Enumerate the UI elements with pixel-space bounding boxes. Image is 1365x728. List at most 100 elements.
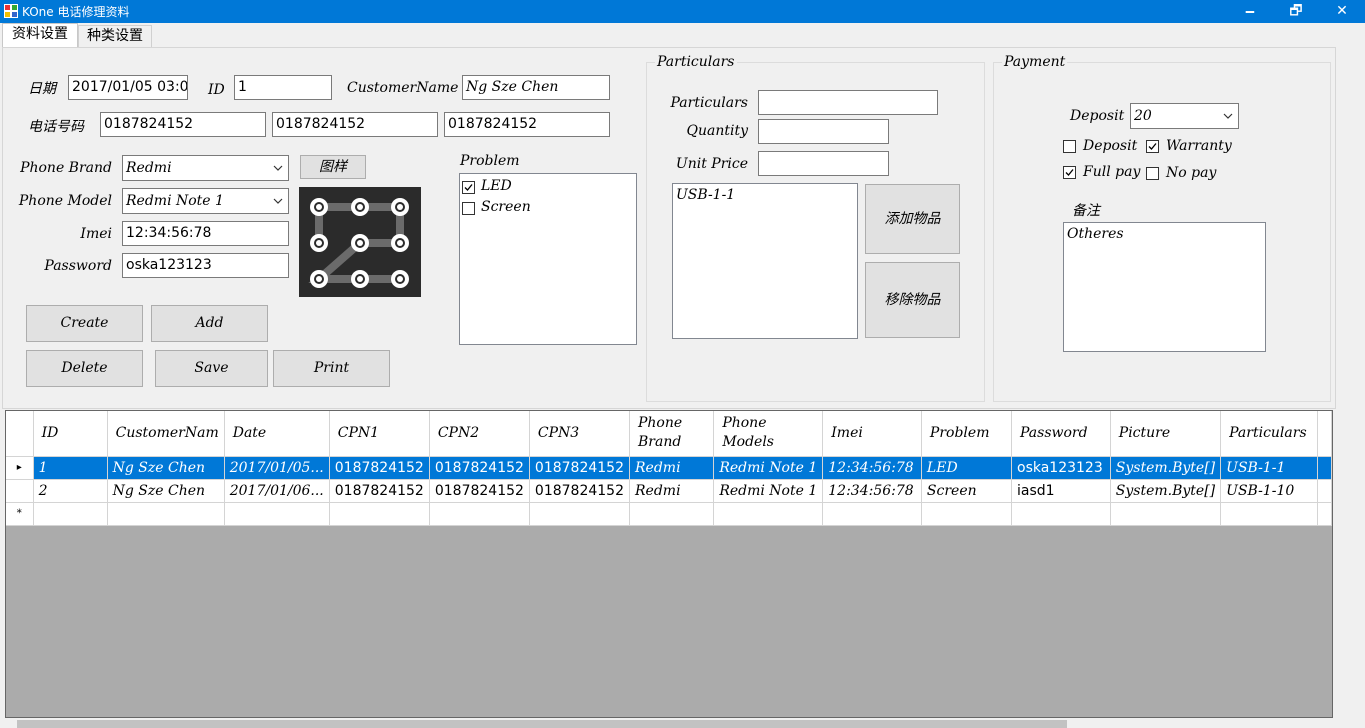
column-header-date[interactable]: Date <box>224 411 330 457</box>
row-header[interactable] <box>6 479 34 503</box>
table-cell[interactable]: 0187824152 <box>329 456 430 480</box>
table-cell[interactable]: Redmi Note 1 <box>713 456 824 480</box>
column-header-cpn2[interactable]: CPN2 <box>429 411 530 457</box>
table-cell[interactable] <box>822 502 922 526</box>
table-cell[interactable]: System.Byte[] <box>1110 479 1222 503</box>
column-header-cpn3[interactable]: CPN3 <box>529 411 631 457</box>
table-cell[interactable]: Ng Sze Chen <box>107 479 225 503</box>
checkbox-unchecked-icon[interactable] <box>462 202 475 215</box>
table-cell[interactable] <box>1110 502 1222 526</box>
checkbox-unchecked-icon[interactable] <box>1063 140 1076 153</box>
remark-textarea[interactable]: Otheres <box>1063 222 1266 352</box>
table-cell[interactable]: Redmi <box>629 456 715 480</box>
table-cell[interactable]: System.Byte[] <box>1110 456 1222 480</box>
column-header-password[interactable]: Password <box>1011 411 1111 457</box>
table-cell[interactable]: iasd1 <box>1011 479 1111 503</box>
save-button[interactable]: Save <box>155 350 268 387</box>
table-cell[interactable]: USB-1-10 <box>1220 479 1318 503</box>
column-header-phone-models[interactable]: Phone Models <box>713 411 824 457</box>
deposit-checkbox[interactable]: Deposit <box>1063 138 1143 158</box>
table-cell[interactable]: Screen <box>921 479 1013 503</box>
column-header-id[interactable]: ID <box>33 411 108 457</box>
table-cell[interactable] <box>921 502 1013 526</box>
delete-button[interactable]: Delete <box>26 350 143 387</box>
horizontal-scrollbar[interactable] <box>5 718 1333 728</box>
records-grid[interactable]: ID CustomerNam Date CPN1 CPN2 CPN3 Phone Brand… <box>5 410 1333 718</box>
table-cell[interactable]: 0187824152 <box>429 479 530 503</box>
column-header-imei[interactable]: Imei <box>822 411 922 457</box>
warranty-checkbox[interactable]: Warranty <box>1146 138 1246 158</box>
no-pay-checkbox[interactable]: No pay <box>1146 165 1236 185</box>
table-cell[interactable]: 2 <box>33 479 108 503</box>
id-field[interactable]: 1 <box>234 75 332 100</box>
table-row[interactable]: ▸ 1 Ng Sze Chen 2017/01/05... 0187824152 0187… <box>6 456 1332 480</box>
table-cell[interactable]: USB-1-1 <box>1220 456 1318 480</box>
table-cell[interactable]: Ng Sze Chen <box>107 456 225 480</box>
close-button[interactable]: ✕ <box>1319 0 1365 23</box>
table-cell[interactable]: LED <box>921 456 1013 480</box>
checkbox-checked-icon[interactable] <box>1146 140 1159 153</box>
phone-field-2[interactable]: 0187824152 <box>272 112 438 137</box>
create-button[interactable]: Create <box>26 305 143 342</box>
add-item-button[interactable]: 添加物品 <box>865 184 960 254</box>
column-header-picture[interactable]: Picture <box>1110 411 1222 457</box>
column-header-cpn1[interactable]: CPN1 <box>329 411 430 457</box>
tab-category-settings[interactable]: 种类设置 <box>78 25 152 47</box>
table-cell[interactable] <box>107 502 225 526</box>
problem-item-screen[interactable]: Screen <box>462 199 632 219</box>
new-row-marker[interactable]: * <box>6 502 34 526</box>
particulars-field[interactable] <box>758 90 938 115</box>
table-cell[interactable]: 2017/01/05... <box>224 456 330 480</box>
particulars-list[interactable]: USB-1-1 <box>672 183 858 339</box>
table-cell[interactable] <box>713 502 824 526</box>
phone-model-select[interactable]: Redmi Note 1 <box>122 188 289 214</box>
table-cell[interactable]: 12:34:56:78 <box>822 456 922 480</box>
table-cell[interactable] <box>629 502 715 526</box>
checkbox-checked-icon[interactable] <box>462 181 475 194</box>
column-header-phone-brand[interactable]: Phone Brand <box>629 411 715 457</box>
table-cell[interactable]: Redmi <box>629 479 715 503</box>
table-cell[interactable] <box>529 502 631 526</box>
minimize-button[interactable]: 🗕 <box>1227 0 1273 23</box>
checkbox-unchecked-icon[interactable] <box>1146 167 1159 180</box>
add-button[interactable]: Add <box>151 305 268 342</box>
unit-price-field[interactable] <box>758 151 889 176</box>
new-row[interactable]: * <box>6 502 1332 526</box>
table-cell[interactable] <box>33 502 108 526</box>
problem-checklist[interactable]: LED Screen <box>459 173 637 345</box>
date-picker[interactable]: 2017/01/05 03:02 <box>68 75 188 100</box>
deposit-select[interactable]: 20 <box>1130 103 1239 129</box>
table-cell[interactable]: 0187824152 <box>429 456 530 480</box>
remove-item-button[interactable]: 移除物品 <box>865 262 960 338</box>
imei-field[interactable]: 12:34:56:78 <box>122 221 289 246</box>
grid-corner-header[interactable] <box>6 411 34 457</box>
scrollbar-thumb[interactable] <box>17 720 1067 728</box>
row-header[interactable]: ▸ <box>6 456 34 480</box>
full-pay-checkbox[interactable]: Full pay <box>1063 164 1143 184</box>
column-header-particulars[interactable]: Particulars <box>1220 411 1318 457</box>
tab-data-settings[interactable]: 资料设置 <box>2 23 78 48</box>
pattern-button[interactable]: 图样 <box>300 155 366 179</box>
particulars-list-item[interactable]: USB-1-1 <box>676 187 735 203</box>
phone-field-1[interactable]: 0187824152 <box>100 112 266 137</box>
restore-button[interactable]: 🗗 <box>1273 0 1319 23</box>
table-cell[interactable]: 1 <box>33 456 108 480</box>
quantity-field[interactable] <box>758 119 889 144</box>
table-cell[interactable] <box>1317 502 1332 526</box>
checkbox-checked-icon[interactable] <box>1063 166 1076 179</box>
table-cell[interactable] <box>1011 502 1111 526</box>
table-cell[interactable]: 0187824152 <box>529 456 631 480</box>
table-cell[interactable] <box>329 502 430 526</box>
problem-item-led[interactable]: LED <box>462 178 632 198</box>
table-cell[interactable]: 0187824152 <box>329 479 430 503</box>
table-cell[interactable] <box>224 502 330 526</box>
table-cell[interactable]: Redmi Note 1 <box>713 479 824 503</box>
print-button[interactable]: Print <box>273 350 390 387</box>
column-header-customer-name[interactable]: CustomerNam <box>107 411 225 457</box>
table-cell[interactable]: oska123123 <box>1011 456 1111 480</box>
customer-name-field[interactable]: Ng Sze Chen <box>462 75 610 100</box>
password-field[interactable]: oska123123 <box>122 253 289 278</box>
table-cell[interactable]: 12:34:56:78 <box>822 479 922 503</box>
table-cell[interactable]: 0187824152 <box>529 479 631 503</box>
phone-field-3[interactable]: 0187824152 <box>444 112 610 137</box>
